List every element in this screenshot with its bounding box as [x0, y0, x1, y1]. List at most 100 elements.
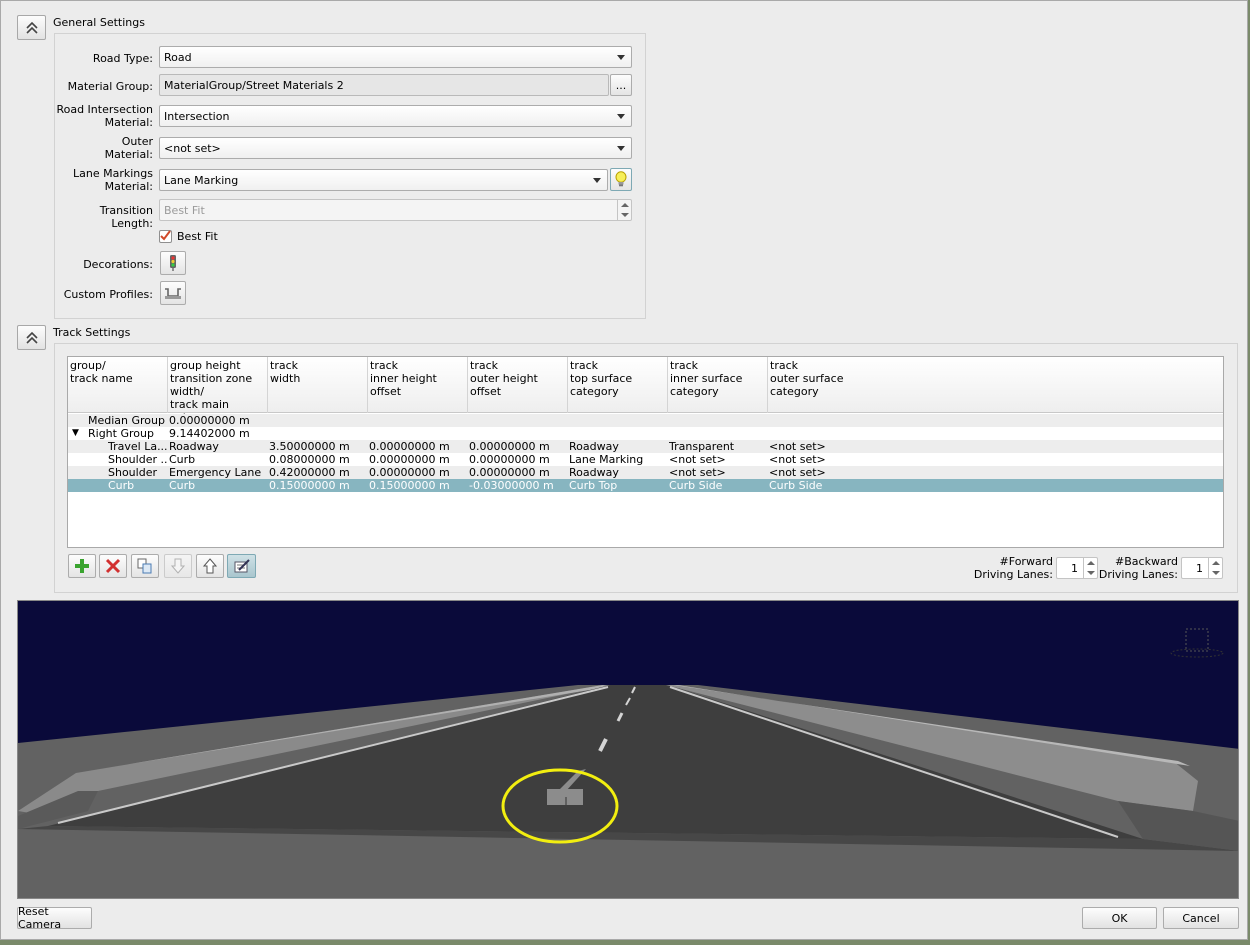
lane-markings-material-select[interactable]: Lane Marking	[159, 169, 608, 191]
backward-lanes-spinbox[interactable]: 1	[1181, 557, 1223, 579]
table-cell	[569, 427, 668, 440]
duplicate-track-button[interactable]	[131, 554, 159, 578]
table-cell: Emergency Lane	[169, 466, 262, 479]
arrow-up-icon	[203, 558, 217, 574]
table-cell: 0.00000000 m	[469, 440, 550, 453]
collapse-general-button[interactable]	[17, 15, 46, 40]
outer-material-select[interactable]: <not set>	[159, 137, 632, 159]
table-cell: Roadway	[169, 440, 219, 453]
column-header-inner-surface[interactable]: track inner surface category	[668, 357, 768, 413]
track-table-header: group/ track name group height transitio…	[68, 357, 1223, 424]
copy-icon	[137, 558, 152, 574]
table-cell	[569, 414, 668, 427]
table-cell: 0.00000000 m	[369, 440, 450, 453]
table-cell: 0.00000000 m	[369, 466, 450, 479]
decorations-button[interactable]	[160, 251, 186, 275]
transition-length-value: Best Fit	[164, 203, 205, 217]
table-cell: Curb	[169, 479, 196, 492]
custom-profiles-label: Custom Profiles:	[63, 288, 153, 301]
table-cell: Roadway	[569, 466, 619, 479]
edit-track-icon	[234, 559, 250, 573]
table-cell: Transparent	[669, 440, 735, 453]
best-fit-label: Best Fit	[177, 230, 218, 243]
table-cell: Curb	[108, 479, 135, 492]
forward-lanes-spinbox[interactable]: 1	[1056, 557, 1098, 579]
decorations-label: Decorations:	[83, 258, 153, 271]
table-cell: Shoulder ...	[108, 453, 168, 466]
transition-length-label: Transition Length:	[99, 204, 153, 230]
move-up-button[interactable]	[196, 554, 224, 578]
lane-markings-toggle-button[interactable]	[610, 168, 632, 191]
table-row[interactable]: Travel La... Roadway 3.50000000 m 0.0000000…	[68, 440, 1223, 453]
spin-arrows-icon[interactable]	[617, 200, 631, 220]
column-header-outer-surface[interactable]: track outer surface category	[768, 357, 1223, 413]
track-edit-toggle-button[interactable]	[227, 554, 256, 578]
double-chevron-up-icon	[25, 21, 38, 34]
move-down-button[interactable]	[164, 554, 192, 578]
column-header-outer-height[interactable]: track outer height offset	[468, 357, 568, 413]
column-header-track-name[interactable]: group/ track name	[68, 357, 168, 413]
table-cell: <not set>	[769, 453, 826, 466]
material-group-value: MaterialGroup/Street Materials 2	[164, 78, 344, 92]
table-cell: Median Group	[88, 414, 165, 427]
table-cell	[669, 427, 768, 440]
cancel-button[interactable]: Cancel	[1163, 907, 1239, 929]
table-cell	[269, 414, 368, 427]
checkmark-icon	[160, 230, 171, 241]
column-header-group-height[interactable]: group height transition zone width/ trac…	[168, 357, 268, 424]
column-header-inner-height[interactable]: track inner height offset	[368, 357, 468, 413]
double-chevron-up-icon	[25, 331, 38, 344]
add-track-button[interactable]	[68, 554, 96, 578]
delete-x-icon	[105, 558, 121, 574]
backward-lanes-value: 1	[1196, 561, 1203, 575]
table-cell: 0.42000000 m	[269, 466, 350, 479]
table-row[interactable]: Curb Curb 0.15000000 m 0.15000000 m -0.03000…	[68, 479, 1223, 492]
table-cell: -0.03000000 m	[469, 479, 554, 492]
reset-camera-button[interactable]: Reset Camera	[17, 905, 92, 931]
chevron-down-icon	[617, 114, 625, 119]
intersection-material-label: Road Intersection Material:	[56, 103, 153, 129]
column-header-track-width[interactable]: track width	[268, 357, 368, 413]
delete-track-button[interactable]	[99, 554, 127, 578]
table-cell: 0.08000000 m	[269, 453, 350, 466]
spin-arrows-icon[interactable]	[1208, 558, 1222, 578]
chevron-down-icon	[617, 146, 625, 151]
collapse-track-button[interactable]	[17, 325, 46, 350]
outer-material-value: <not set>	[164, 141, 221, 155]
table-cell	[669, 414, 768, 427]
table-cell	[269, 427, 368, 440]
best-fit-checkbox[interactable]	[159, 230, 172, 243]
intersection-material-select[interactable]: Intersection	[159, 105, 632, 127]
track-table[interactable]: group/ track name group height transitio…	[67, 356, 1224, 548]
material-group-field: MaterialGroup/Street Materials 2	[159, 74, 609, 96]
lane-markings-material-label: Lane Markings Material:	[73, 167, 153, 193]
road-type-value: Road	[164, 50, 192, 64]
table-cell: <not set>	[669, 453, 726, 466]
transition-length-spinbox[interactable]: Best Fit	[159, 199, 632, 221]
intersection-material-value: Intersection	[164, 109, 230, 123]
ok-button[interactable]: OK	[1082, 907, 1157, 929]
table-cell: 0.15000000 m	[369, 479, 450, 492]
table-cell: Curb Top	[569, 479, 618, 492]
table-row[interactable]: ▼ Right Group 9.14402000 m	[68, 427, 1223, 440]
road-profile-icon	[165, 288, 181, 299]
plus-icon	[75, 559, 89, 573]
table-cell: Right Group	[88, 427, 154, 440]
custom-profiles-button[interactable]	[160, 281, 186, 305]
table-row[interactable]: Median Group 0.00000000 m	[68, 414, 1223, 427]
road-preview-viewport[interactable]	[17, 600, 1239, 899]
column-header-top-surface[interactable]: track top surface category	[568, 357, 668, 413]
forward-lanes-value: 1	[1071, 561, 1078, 575]
table-cell: Lane Marking	[569, 453, 644, 466]
table-cell: 3.50000000 m	[269, 440, 350, 453]
expand-triangle-icon[interactable]: ▼	[72, 427, 79, 440]
road-type-select[interactable]: Road	[159, 46, 632, 68]
table-row[interactable]: Shoulder ... Curb 0.08000000 m 0.00000000 m…	[68, 453, 1223, 466]
general-settings-title: General Settings	[53, 16, 145, 29]
table-cell	[369, 414, 468, 427]
road-preview-scene	[18, 601, 1238, 898]
table-row[interactable]: Shoulder Emergency Lane 0.42000000 m 0.0000…	[68, 466, 1223, 479]
table-cell	[469, 427, 568, 440]
spin-arrows-icon[interactable]	[1083, 558, 1097, 578]
browse-material-group-button[interactable]: ...	[610, 74, 632, 96]
